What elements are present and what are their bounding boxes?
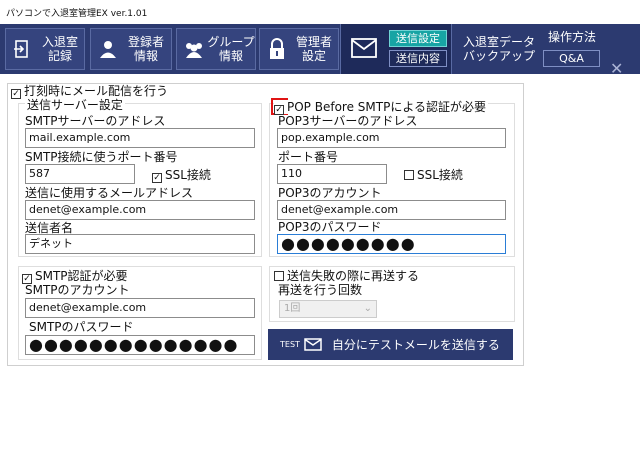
window-title: パソコンで入退室管理EX ver.1.01 xyxy=(0,0,640,24)
send-test-mail-label: 自分にテストメールを送信する xyxy=(331,338,500,352)
resend-count-select[interactable]: 1回 ⌄ xyxy=(279,300,377,318)
smtp-port-label: SMTP接続に使うポート番号 xyxy=(25,150,178,164)
group-info-button[interactable]: グループ 情報 xyxy=(176,28,256,70)
smtp-auth-label: SMTP認証が必要 xyxy=(35,269,128,283)
smtp-password-field[interactable]: ●●●●●●●●●●●●●● xyxy=(25,335,255,355)
send-settings-tab[interactable]: 送信設定 xyxy=(389,30,447,47)
pop3-ssl-label: SSL接続 xyxy=(417,168,463,182)
smtp-ssl-checkbox[interactable]: ✓ SSL接続 xyxy=(152,168,211,183)
checkbox-checked[interactable]: ✓ xyxy=(11,89,21,99)
entry-record-icon xyxy=(10,39,36,59)
send-test-mail-button[interactable]: TEST 自分にテストメールを送信する xyxy=(268,329,513,360)
checkbox-unchecked[interactable] xyxy=(404,170,414,180)
sender-name-field[interactable]: デネット xyxy=(25,234,255,254)
pop3-account-label: POP3のアカウント xyxy=(278,186,382,200)
checkbox-checked[interactable]: ✓ xyxy=(152,173,162,183)
smtp-port-field[interactable]: 587 xyxy=(25,164,135,184)
smtp-address-field[interactable]: mail.example.com xyxy=(25,128,255,148)
pop3-ssl-checkbox[interactable]: SSL接続 xyxy=(404,168,463,182)
smtp-account-label: SMTPのアカウント xyxy=(25,283,130,297)
pop3-port-label: ポート番号 xyxy=(278,150,339,164)
send-mail-on-stamp-checkbox[interactable]: ✓ 打刻時にメール配信を行う xyxy=(11,84,169,99)
envelope-icon xyxy=(304,338,322,351)
test-prefix: TEST xyxy=(280,340,300,349)
pop3-address-label: POP3サーバーのアドレス xyxy=(278,114,418,128)
entry-record-button[interactable]: 入退室 記録 xyxy=(5,28,85,70)
pop3-address-field[interactable]: pop.example.com xyxy=(277,128,506,148)
pop-before-smtp-checkbox[interactable]: ✓ POP Before SMTPによる認証が必要 xyxy=(274,100,488,115)
sender-address-label: 送信に使用するメールアドレス xyxy=(25,186,194,200)
registrant-info-button[interactable]: 登録者 情報 xyxy=(90,28,172,70)
sender-address-field[interactable]: denet@example.com xyxy=(25,200,255,220)
smtp-account-field[interactable]: denet@example.com xyxy=(25,298,255,318)
resend-checkbox[interactable]: 送信失敗の際に再送する xyxy=(274,269,419,283)
resend-label: 送信失敗の際に再送する xyxy=(287,269,420,283)
envelope-icon xyxy=(351,38,377,62)
smtp-address-label: SMTPサーバーのアドレス xyxy=(25,114,166,128)
server-settings-title: 送信サーバー設定 xyxy=(25,98,125,112)
chevron-down-icon: ⌄ xyxy=(363,303,372,314)
group-icon xyxy=(181,39,207,59)
toolbar: 入退室 記録 登録者 情報 グループ 情報 管理者 設定 送信設定 送信内容 入… xyxy=(0,24,640,78)
resend-count-label: 再送を行う回数 xyxy=(278,283,363,297)
backup-button[interactable]: 入退室データ バックアップ xyxy=(460,35,538,63)
mail-tab[interactable]: 送信設定 送信内容 xyxy=(340,24,452,74)
checkbox-unchecked[interactable] xyxy=(274,271,284,281)
user-icon xyxy=(95,39,121,59)
pop3-password-label: POP3のパスワード xyxy=(278,220,382,234)
lock-icon xyxy=(264,38,290,60)
sender-name-label: 送信者名 xyxy=(25,221,74,235)
entry-record-label: 入退室 記録 xyxy=(41,35,78,63)
admin-settings-label: 管理者 設定 xyxy=(295,35,332,63)
smtp-auth-checkbox[interactable]: ✓ SMTP認証が必要 xyxy=(22,269,128,284)
close-icon[interactable]: ✕ xyxy=(610,59,623,78)
registrant-info-label: 登録者 情報 xyxy=(127,35,164,63)
smtp-ssl-label: SSL接続 xyxy=(165,168,211,182)
send-mail-on-stamp-label: 打刻時にメール配信を行う xyxy=(24,84,169,98)
smtp-password-label: SMTPのパスワード xyxy=(29,320,134,334)
qa-button[interactable]: Q&A xyxy=(543,50,600,67)
pop3-password-field[interactable]: ●●●●●●●●● xyxy=(277,234,506,254)
group-info-label: グループ 情報 xyxy=(207,35,255,63)
pop3-account-field[interactable]: denet@example.com xyxy=(277,200,506,220)
pop-before-smtp-label: POP Before SMTPによる認証が必要 xyxy=(287,100,486,114)
help-button[interactable]: 操作方法 xyxy=(544,30,600,44)
send-content-tab[interactable]: 送信内容 xyxy=(389,50,447,67)
pop3-port-field[interactable]: 110 xyxy=(277,164,387,184)
resend-count-value: 1回 xyxy=(284,303,301,314)
admin-settings-button[interactable]: 管理者 設定 xyxy=(259,28,339,70)
